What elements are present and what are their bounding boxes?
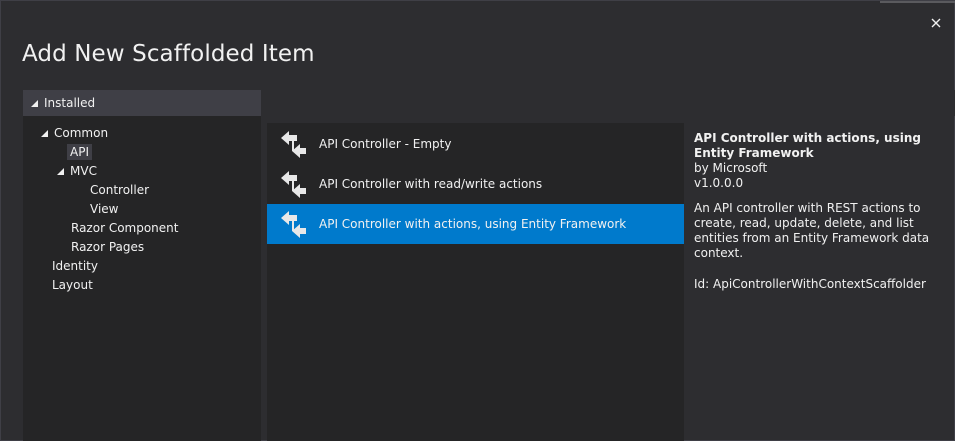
close-button[interactable]: [926, 13, 946, 33]
installed-header[interactable]: Installed: [23, 90, 261, 116]
details-name: API Controller with actions, using Entit…: [694, 131, 921, 160]
details-author: by Microsoft: [694, 161, 768, 175]
api-controller-icon: [267, 124, 319, 164]
template-item-api-empty[interactable]: API Controller - Empty: [267, 124, 684, 164]
collapse-arrow-icon: [24, 99, 44, 107]
close-icon: [931, 18, 941, 28]
installed-label: Installed: [44, 96, 96, 110]
tree-node-controller[interactable]: Controller: [87, 181, 152, 199]
category-tree: Common API MVC Controller View Razor Com…: [23, 116, 261, 441]
header-band: [261, 90, 955, 116]
tree-node-layout[interactable]: Layout: [49, 276, 96, 294]
api-controller-icon: [267, 164, 319, 204]
dialog-title: Add New Scaffolded Item: [22, 41, 315, 67]
template-list: API Controller - Empty API Controller wi…: [267, 123, 684, 441]
tree-node-razor-component[interactable]: Razor Component: [68, 219, 181, 237]
expand-arrow-icon: [53, 167, 67, 175]
details-panel: API Controller with actions, using Entit…: [694, 131, 944, 292]
details-id: Id: ApiControllerWithContextScaffolder: [694, 277, 926, 291]
tree-node-view[interactable]: View: [87, 200, 121, 218]
details-description: An API controller with REST actions to c…: [694, 201, 930, 260]
template-item-api-readwrite[interactable]: API Controller with read/write actions: [267, 164, 684, 204]
tree-node-identity[interactable]: Identity: [49, 257, 101, 275]
scaffold-dialog: Add New Scaffolded Item Installed Common…: [0, 0, 955, 441]
details-version: v1.0.0.0: [694, 176, 744, 190]
tree-node-razor-pages[interactable]: Razor Pages: [68, 238, 147, 256]
tree-node-api[interactable]: API: [67, 143, 92, 161]
top-strip: [880, 1, 955, 3]
tree-node-mvc[interactable]: MVC: [53, 162, 100, 180]
tree-node-common[interactable]: Common: [37, 124, 111, 142]
expand-arrow-icon: [37, 129, 51, 137]
api-controller-icon: [267, 204, 319, 244]
template-item-api-entity-framework[interactable]: API Controller with actions, using Entit…: [267, 204, 684, 244]
